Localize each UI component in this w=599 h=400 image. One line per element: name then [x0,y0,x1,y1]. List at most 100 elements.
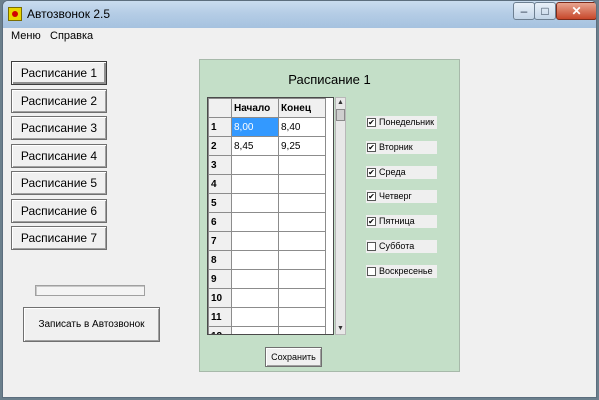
weekday-label: Среда [379,166,406,177]
window-title: Автозвонок 2.5 [27,7,110,21]
weekday-option[interactable]: ✔ Четверг [366,190,437,204]
grid-cell-end[interactable] [278,307,326,327]
grid-cell-end[interactable] [278,212,326,232]
grid-cell-start[interactable] [231,155,279,175]
grid-row: 8 [208,250,326,270]
grid-row-number: 4 [208,174,232,194]
scroll-up-arrow-icon[interactable]: ▲ [336,98,345,108]
grid-row-number: 6 [208,212,232,232]
weekday-label: Воскресенье [379,265,433,276]
grid-row: 6 [208,212,326,232]
grid-row-number: 9 [208,269,232,289]
grid-row-number: 7 [208,231,232,251]
grid-row-number: 1 [208,117,232,137]
grid-header-row: Начало Конец [208,98,326,118]
schedule-button-6[interactable]: Расписание 6 [11,198,107,223]
grid-row-number: 12 [208,326,232,334]
weekday-option[interactable]: Воскресенье [366,264,437,278]
weekday-label: Понедельник [379,117,435,127]
schedule-button-2[interactable]: Расписание 2 [11,88,107,113]
schedule-grid: Начало Конец 1 8,00 8,40 2 8,45 9,25 3 4 5 6 7 8 9 10… [207,97,334,335]
grid-cell-start[interactable] [231,326,279,334]
scroll-thumb[interactable] [336,109,345,121]
checkbox-checked-icon[interactable]: ✔ [367,142,376,152]
weekday-label: Четверг [379,191,412,202]
schedule-button-7[interactable]: Расписание 7 [11,226,107,250]
grid-row: 3 [208,155,326,175]
weekday-option[interactable]: ✔ Пятница [366,215,437,229]
weekday-option[interactable]: ✔ Вторник [366,140,437,154]
upload-progress-bar [35,285,145,296]
grid-row-number: 11 [208,307,232,327]
grid-cell-end[interactable] [278,288,326,308]
grid-row-number: 8 [208,250,232,270]
grid-row: 4 [208,174,326,194]
grid-cell-end[interactable] [278,269,326,289]
grid-row: 1 8,00 8,40 [208,117,326,137]
weekday-option[interactable]: Суббота [366,240,437,253]
grid-cell-start[interactable] [231,250,279,270]
weekday-label: Вторник [379,141,413,152]
menu-bar: Меню Справка [3,28,596,45]
weekday-label: Суббота [379,241,415,251]
checkbox-checked-icon[interactable]: ✔ [367,217,376,227]
grid-cell-end[interactable]: 9,25 [278,136,326,156]
grid-row: 10 [208,288,326,308]
write-to-device-button[interactable]: Записать в Автозвонок [23,307,160,342]
grid-row-number: 10 [208,288,232,308]
weekday-option[interactable]: ✔ Понедельник [366,116,437,129]
close-button[interactable]: ✕ [556,2,596,20]
title-bar[interactable]: Автозвонок 2.5 – □ ✕ [3,1,596,28]
menu-item-help[interactable]: Справка [50,30,93,42]
grid-row-number: 3 [208,155,232,175]
checkbox-checked-icon[interactable]: ✔ [367,167,376,177]
app-bell-icon [8,7,22,21]
schedule-button-4[interactable]: Расписание 4 [11,143,107,168]
grid-cell-end[interactable] [278,250,326,270]
app-window: Автозвонок 2.5 – □ ✕ Меню Справка Распис… [2,0,597,398]
grid-header-end[interactable]: Конец [278,98,326,118]
grid-header-start[interactable]: Начало [231,98,279,118]
checkbox-unchecked-icon[interactable] [367,266,376,276]
grid-cell-start[interactable] [231,212,279,232]
grid-row: 9 [208,269,326,289]
grid-row: 7 [208,231,326,251]
maximize-button[interactable]: □ [534,2,556,20]
grid-row: 5 [208,193,326,213]
checkbox-checked-icon[interactable]: ✔ [367,118,376,127]
grid-row: 12 [208,326,326,334]
grid-corner-header [208,98,232,118]
schedule-button-1[interactable]: Расписание 1 [11,61,107,85]
menu-item-menu[interactable]: Меню [11,30,41,42]
grid-cell-start[interactable]: 8,00 [231,117,279,137]
grid-row: 11 [208,307,326,327]
checkbox-unchecked-icon[interactable] [367,242,376,251]
grid-row-number: 5 [208,193,232,213]
grid-row-number: 2 [208,136,232,156]
schedule-panel: Расписание 1 Начало Конец 1 8,00 8,40 2 8,45… [199,59,460,372]
grid-cell-end[interactable]: 8,40 [278,117,326,137]
grid-scrollbar[interactable]: ▲ ▼ [335,97,346,335]
schedule-button-3[interactable]: Расписание 3 [11,116,107,140]
save-button[interactable]: Сохранить [265,347,322,367]
grid-cell-end[interactable] [278,326,326,334]
grid-cell-end[interactable] [278,231,326,251]
minimize-button[interactable]: – [513,2,535,20]
schedule-button-5[interactable]: Расписание 5 [11,171,107,195]
weekday-label: Пятница [379,216,415,227]
schedule-title: Расписание 1 [288,72,371,87]
checkbox-checked-icon[interactable]: ✔ [367,192,376,202]
grid-cell-end[interactable] [278,174,326,194]
weekday-option[interactable]: ✔ Среда [366,165,437,179]
grid-cell-start[interactable] [231,174,279,194]
grid-cell-start[interactable] [231,269,279,289]
scroll-down-arrow-icon[interactable]: ▼ [336,324,345,334]
grid-cell-start[interactable] [231,231,279,251]
grid-cell-end[interactable] [278,155,326,175]
grid-cell-start[interactable] [231,193,279,213]
grid-cell-end[interactable] [278,193,326,213]
grid-cell-start[interactable] [231,307,279,327]
grid-cell-start[interactable] [231,288,279,308]
grid-cell-start[interactable]: 8,45 [231,136,279,156]
grid-row: 2 8,45 9,25 [208,136,326,156]
